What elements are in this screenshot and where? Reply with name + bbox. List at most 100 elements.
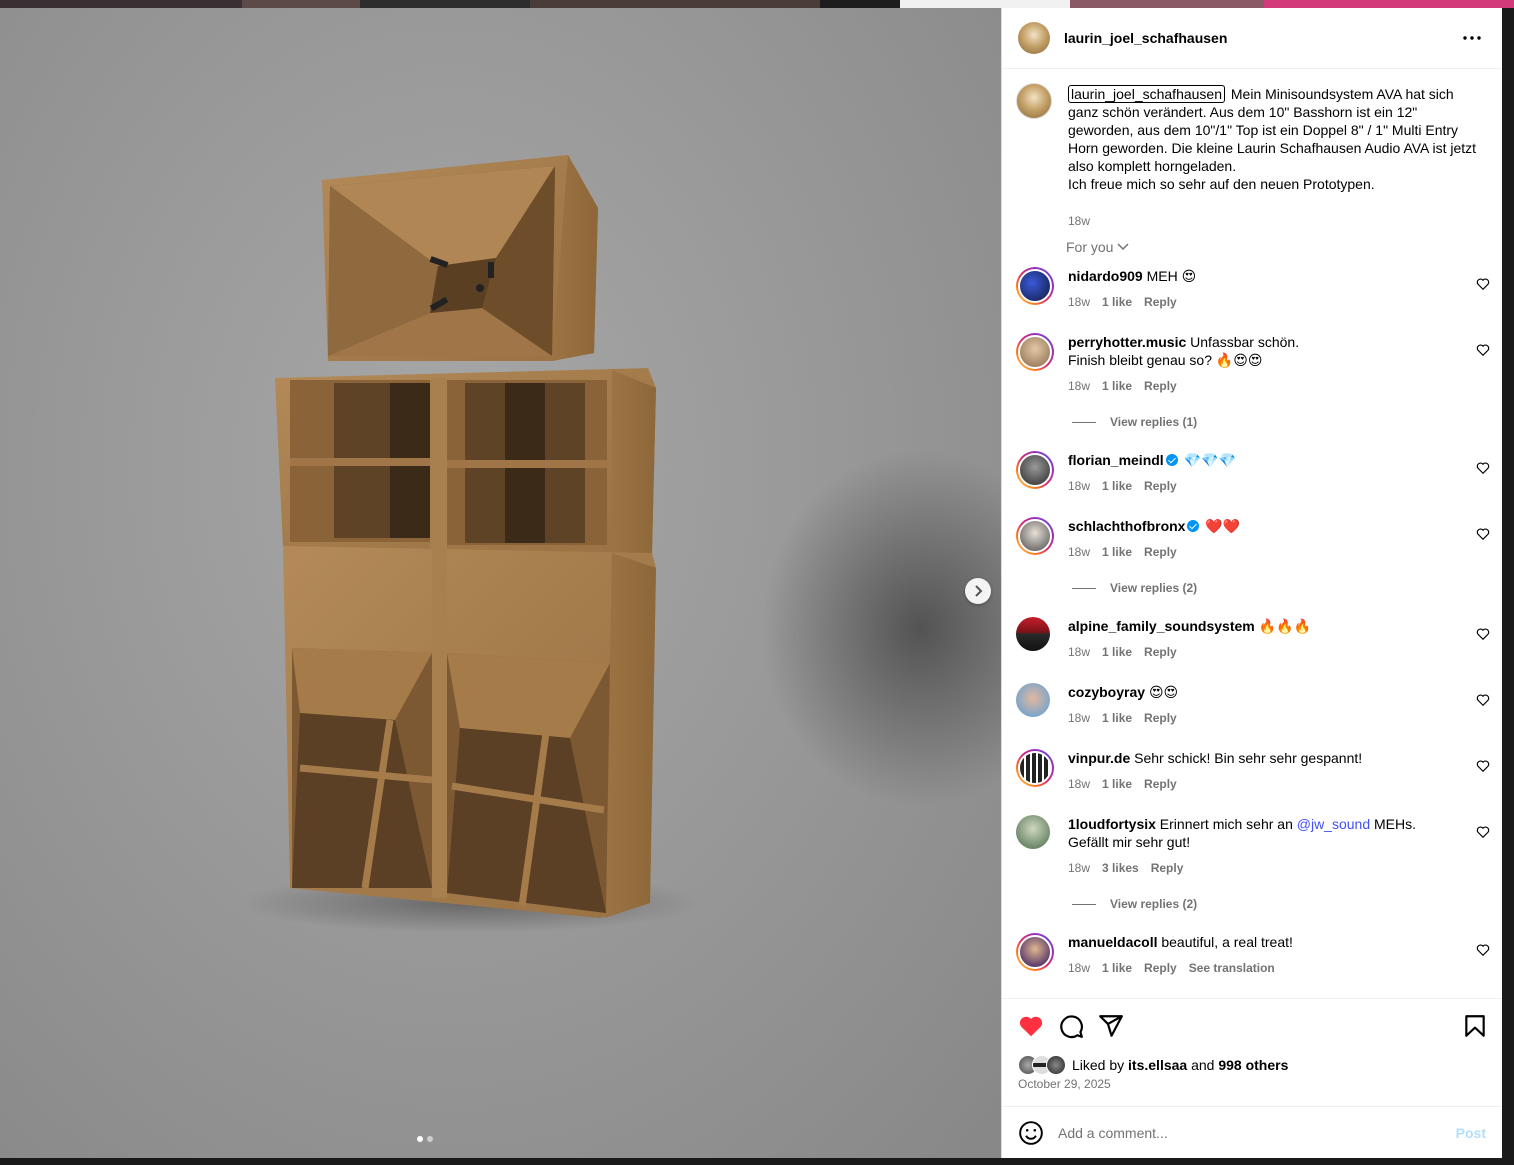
comment-text: beautiful, a real treat! xyxy=(1161,934,1293,950)
commenter-avatar[interactable] xyxy=(1016,815,1050,849)
commenter-username[interactable]: perryhotter.music xyxy=(1068,334,1186,350)
reply-button[interactable]: Reply xyxy=(1144,545,1177,559)
liked-by-others[interactable]: 998 others xyxy=(1218,1057,1288,1073)
post-date[interactable]: October 29, 2025 xyxy=(1018,1077,1111,1091)
mention-link[interactable]: @jw_sound xyxy=(1297,816,1370,832)
author-avatar[interactable] xyxy=(1018,22,1050,54)
comment-time[interactable]: 18w xyxy=(1068,711,1090,725)
comment-likes[interactable]: 1 like xyxy=(1102,295,1132,309)
commenter-avatar[interactable] xyxy=(1016,517,1054,555)
comment-likes[interactable]: 1 like xyxy=(1102,479,1132,493)
comment-time[interactable]: 18w xyxy=(1068,295,1090,309)
comment-time[interactable]: 18w xyxy=(1068,861,1090,875)
background-feed-bottom xyxy=(0,1158,1514,1165)
comment-likes[interactable]: 1 like xyxy=(1102,961,1132,975)
speaker-cabinet-render xyxy=(240,155,700,933)
reply-button[interactable]: Reply xyxy=(1144,479,1177,493)
heart-outline-icon[interactable] xyxy=(1476,943,1490,957)
comment-icon[interactable] xyxy=(1058,1013,1084,1039)
commenter-avatar[interactable] xyxy=(1016,267,1054,305)
heart-outline-icon[interactable] xyxy=(1476,759,1490,773)
commenter-username[interactable]: nidardo909 xyxy=(1068,268,1143,284)
comment-time[interactable]: 18w xyxy=(1068,961,1090,975)
comment-likes[interactable]: 1 like xyxy=(1102,777,1132,791)
commenter-avatar[interactable] xyxy=(1016,451,1054,489)
caption-body: laurin_joel_schafhausen Mein Minisoundsy… xyxy=(1068,85,1478,193)
reply-button[interactable]: Reply xyxy=(1144,711,1177,725)
heart-outline-icon[interactable] xyxy=(1476,277,1490,291)
comment-text: MEH 😍 xyxy=(1146,268,1197,284)
comment-text: Sehr schick! Bin sehr sehr gespannt! xyxy=(1134,750,1363,766)
commenter-username[interactable]: alpine_family_soundsystem xyxy=(1068,618,1255,634)
comment-likes[interactable]: 1 like xyxy=(1102,545,1132,559)
post-detail-panel: laurin_joel_schafhausen laurin_joel_scha… xyxy=(1001,8,1502,1158)
commenter-username[interactable]: cozyboyray xyxy=(1068,684,1145,700)
see-translation-button[interactable]: See translation xyxy=(1189,961,1275,975)
liker-avatars xyxy=(1018,1055,1066,1075)
carousel-dot-active xyxy=(417,1136,423,1142)
bookmark-icon[interactable] xyxy=(1462,1013,1488,1039)
comment-time[interactable]: 18w xyxy=(1068,545,1090,559)
reply-button[interactable]: Reply xyxy=(1144,295,1177,309)
comment-likes[interactable]: 1 like xyxy=(1102,645,1132,659)
reply-button[interactable]: Reply xyxy=(1151,861,1184,875)
reply-button[interactable]: Reply xyxy=(1144,379,1177,393)
reply-button[interactable]: Reply xyxy=(1144,645,1177,659)
commenter-username[interactable]: vinpur.de xyxy=(1068,750,1130,766)
add-comment-bar: Post xyxy=(1002,1106,1502,1159)
caption-avatar[interactable] xyxy=(1016,83,1052,119)
heart-outline-icon[interactable] xyxy=(1476,825,1490,839)
view-replies-button[interactable]: View replies (1) xyxy=(1072,415,1197,429)
comment-time[interactable]: 18w xyxy=(1068,479,1090,493)
view-replies-button[interactable]: View replies (2) xyxy=(1072,581,1197,595)
likes-summary[interactable]: Liked by its.ellsaa and 998 others xyxy=(1018,1055,1288,1075)
view-replies-button[interactable]: View replies (2) xyxy=(1072,897,1197,911)
background-feed-strip xyxy=(0,0,1514,8)
liker-avatar xyxy=(1046,1055,1066,1075)
reply-button[interactable]: Reply xyxy=(1144,777,1177,791)
more-horizontal-icon xyxy=(1463,36,1481,40)
comments-list[interactable]: laurin_joel_schafhausen Mein Minisoundsy… xyxy=(1002,69,1502,997)
liked-by-user[interactable]: its.ellsaa xyxy=(1128,1057,1187,1073)
emoji-icon[interactable] xyxy=(1018,1120,1044,1146)
comment-likes[interactable]: 3 likes xyxy=(1102,861,1139,875)
share-icon[interactable] xyxy=(1098,1013,1124,1039)
next-slide-button[interactable] xyxy=(965,578,991,604)
heart-outline-icon[interactable] xyxy=(1476,627,1490,641)
heart-outline-icon[interactable] xyxy=(1476,461,1490,475)
commenter-avatar[interactable] xyxy=(1016,617,1050,651)
caption-time: 18w xyxy=(1068,214,1091,228)
commenter-avatar[interactable] xyxy=(1016,749,1054,787)
commenter-avatar[interactable] xyxy=(1016,683,1050,717)
commenter-username[interactable]: 1loudfortysix xyxy=(1068,816,1156,832)
comment-likes[interactable]: 1 like xyxy=(1102,711,1132,725)
heart-outline-icon[interactable] xyxy=(1476,527,1490,541)
reply-button[interactable]: Reply xyxy=(1144,961,1177,975)
comment-text: ❤️❤️ xyxy=(1205,518,1241,534)
commenter-username[interactable]: manueldacoll xyxy=(1068,934,1157,950)
comment-time[interactable]: 18w xyxy=(1068,777,1090,791)
post-actions: Liked by its.ellsaa and 998 others Octob… xyxy=(1002,998,1502,1109)
comment-sort-dropdown[interactable]: For you xyxy=(1066,239,1129,255)
commenter-username[interactable]: florian_meindl xyxy=(1068,452,1164,468)
post-media xyxy=(0,8,1001,1158)
heart-outline-icon[interactable] xyxy=(1476,343,1490,357)
more-options-button[interactable] xyxy=(1460,28,1484,48)
comment-text: 🔥🔥🔥 xyxy=(1258,618,1311,634)
chevron-right-icon xyxy=(975,585,983,597)
commenter-avatar[interactable] xyxy=(1016,333,1054,371)
post-comment-button[interactable]: Post xyxy=(1456,1125,1486,1141)
comment-likes[interactable]: 1 like xyxy=(1102,379,1132,393)
commenter-avatar[interactable] xyxy=(1016,933,1054,971)
comment-input[interactable] xyxy=(1056,1124,1440,1142)
comment-time[interactable]: 18w xyxy=(1068,645,1090,659)
carousel-dots xyxy=(417,1136,433,1142)
commenter-username[interactable]: schlachthofbronx xyxy=(1068,518,1185,534)
heart-filled-icon[interactable] xyxy=(1018,1013,1044,1039)
comment-text: Erinnert mich sehr an xyxy=(1159,816,1293,832)
caption-username[interactable]: laurin_joel_schafhausen xyxy=(1068,85,1225,103)
comment-time[interactable]: 18w xyxy=(1068,379,1090,393)
heart-outline-icon[interactable] xyxy=(1476,693,1490,707)
author-username[interactable]: laurin_joel_schafhausen xyxy=(1064,30,1227,46)
verified-badge-icon xyxy=(1187,520,1200,532)
